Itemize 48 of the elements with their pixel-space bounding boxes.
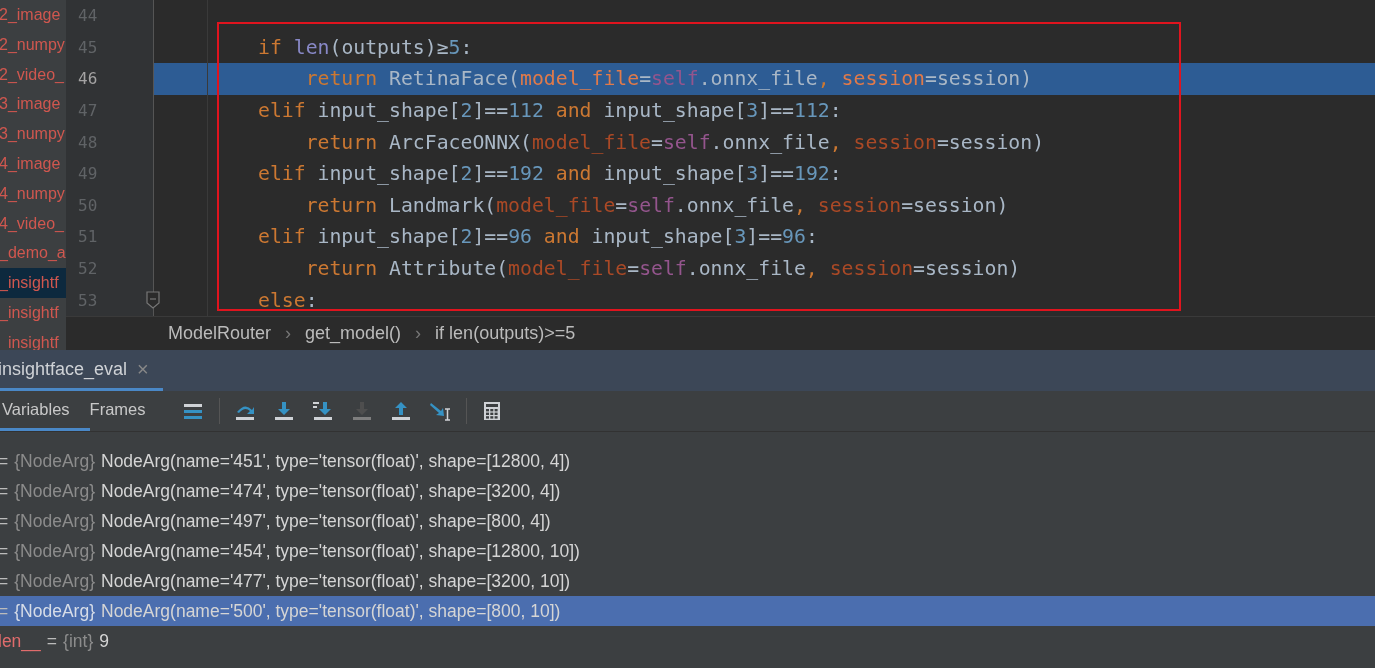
file-tree-item[interactable]: 3_image: [0, 89, 66, 120]
code-line: if len(outputs)≥5:: [258, 35, 473, 59]
variable-name: len__: [0, 630, 41, 652]
code-line: else:: [258, 288, 318, 312]
step-out-icon[interactable]: [390, 400, 412, 422]
variable-value: NodeArg(name='451', type='tensor(float)', shape=[12800, 4]): [101, 450, 571, 472]
equals-sign: =: [46, 630, 58, 652]
breadcrumb-item[interactable]: get_model(): [305, 323, 402, 344]
variable-type: {NodeArg}: [14, 510, 95, 532]
variable-value: NodeArg(name='474', type='tensor(float)', shape=[3200, 4]): [101, 480, 561, 502]
variable-type: {NodeArg}: [14, 480, 95, 502]
variable-type: {NodeArg}: [14, 570, 95, 592]
code-line: elif input_shape[2]==192 and input_shape[3]==192:: [258, 162, 842, 186]
code-line: return Landmark(model_file=self.onnx_file, session=session): [304, 193, 1009, 217]
step-into-icon[interactable]: [273, 400, 295, 422]
file-tree-item[interactable]: 2_video_: [0, 59, 66, 90]
breadcrumb-separator: ›: [415, 323, 422, 344]
variable-value: 9: [99, 630, 109, 652]
fold-icon[interactable]: [146, 291, 160, 310]
variable-type: {NodeArg}: [14, 450, 95, 472]
variable-value: NodeArg(name='454', type='tensor(float)', shape=[12800, 10]): [101, 540, 580, 562]
view-tab[interactable]: Frames: [89, 391, 166, 431]
code-line: return RetinaFace(model_file=self.onnx_file, session=session): [304, 67, 1033, 91]
code-line: return Attribute(model_file=self.onnx_file, session=session): [304, 257, 1021, 281]
code-line: elif input_shape[2]==96 and input_shape[3]==96:: [258, 225, 818, 249]
file-tree-item[interactable]: 3_numpy: [0, 119, 66, 149]
breadcrumb-item[interactable]: ModelRouter: [168, 323, 272, 344]
file-tree-item[interactable]: 2_numpy: [0, 29, 66, 60]
variable-value: NodeArg(name='500', type='tensor(float)', shape=[800, 10]): [101, 600, 561, 622]
variable-type: {int}: [63, 630, 94, 652]
code-line: elif input_shape[2]==112 and input_shape[3]==112:: [258, 99, 842, 123]
breadcrumb-item[interactable]: if len(outputs)>=5: [435, 323, 576, 344]
line-number: 46: [78, 69, 98, 89]
code-line: return ArcFaceONNX(model_file=self.onnx_file, session=session): [304, 130, 1045, 154]
file-tree-item[interactable]: 4_image: [0, 149, 66, 179]
force-step-into-icon[interactable]: [312, 400, 334, 422]
variable-type: {NodeArg}: [14, 600, 95, 622]
run-to-cursor-icon[interactable]: [429, 400, 451, 422]
variable-value: NodeArg(name='477', type='tensor(float)', shape=[3200, 10]): [101, 570, 571, 592]
breadcrumb-separator: ›: [285, 323, 292, 344]
variable-value: NodeArg(name='497', type='tensor(float)', shape=[800, 4]): [101, 510, 551, 532]
variable-type: {NodeArg}: [14, 540, 95, 562]
close-icon[interactable]: ×: [137, 357, 149, 381]
file-tree-item[interactable]: 4_numpy: [0, 178, 66, 209]
variable-row[interactable]: len__ = {int} 9: [0, 626, 1375, 656]
file-tree-item[interactable]: 4_video_: [0, 208, 66, 239]
file-tree-item[interactable]: 2_image: [0, 0, 66, 30]
calculator-icon[interactable]: [481, 400, 503, 422]
